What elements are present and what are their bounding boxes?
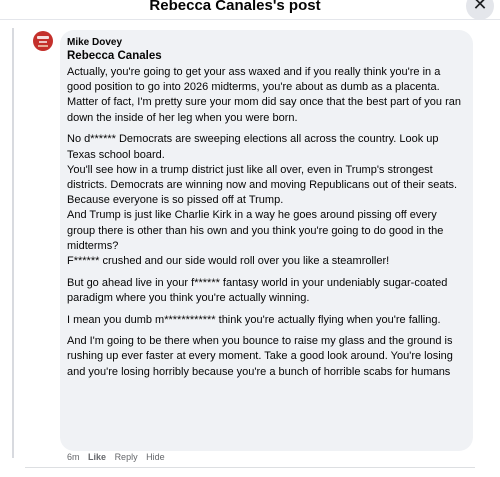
comment-paragraph: And I'm going to be there when you bounc…	[67, 335, 453, 378]
comment-paragraph: But go ahead live in your f****** fantas…	[67, 276, 448, 304]
comment-author[interactable]: Mike Dovey	[67, 37, 122, 48]
like-button[interactable]: Like	[88, 452, 106, 462]
close-button[interactable]: ✕	[466, 0, 494, 20]
avatar[interactable]	[33, 31, 53, 51]
thread-line	[12, 28, 14, 458]
comment-actions: 6m Like Reply Hide	[67, 452, 171, 462]
comment-body: Actually, you're going to get your ass w…	[67, 65, 467, 386]
bottom-divider	[25, 467, 475, 468]
hide-button[interactable]: Hide	[146, 452, 165, 462]
page-title: Rebecca Canales's post	[149, 0, 321, 14]
comment-timestamp[interactable]: 6m	[67, 452, 80, 462]
comment-paragraph: Actually, you're going to get your ass w…	[67, 66, 462, 124]
reply-button[interactable]: Reply	[115, 452, 138, 462]
close-icon: ✕	[472, 0, 488, 14]
header-divider	[0, 19, 500, 20]
comment-paragraph: I mean you dumb m************ think you'…	[67, 313, 441, 326]
post-header: Rebecca Canales's post ✕	[0, 0, 500, 20]
comment-bubble: Mike Dovey Rebecca Canales Actually, you…	[60, 30, 473, 451]
comment-paragraph: No d****** Democrats are sweeping electi…	[67, 133, 458, 267]
tagged-user[interactable]: Rebecca Canales	[67, 50, 162, 62]
